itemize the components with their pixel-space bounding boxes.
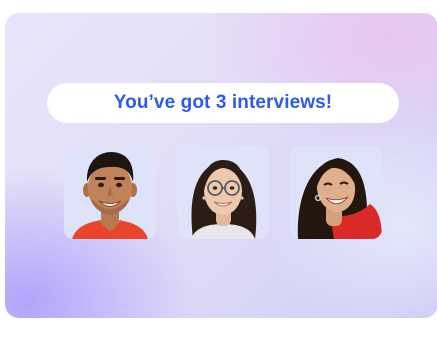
- interviews-headline: You’ve got 3 interviews!: [113, 92, 333, 113]
- interviews-banner: You’ve got 3 interviews!: [47, 83, 399, 123]
- man-portrait-icon: [64, 146, 156, 239]
- woman-glasses-portrait-icon: [177, 146, 269, 239]
- interviews-card: You’ve got 3 interviews!: [5, 13, 437, 318]
- candidate-avatar-1[interactable]: [64, 146, 156, 239]
- woman-smiling-portrait-icon: [290, 146, 382, 239]
- candidate-avatar-3[interactable]: [290, 146, 382, 239]
- candidate-avatar-2[interactable]: [177, 146, 269, 239]
